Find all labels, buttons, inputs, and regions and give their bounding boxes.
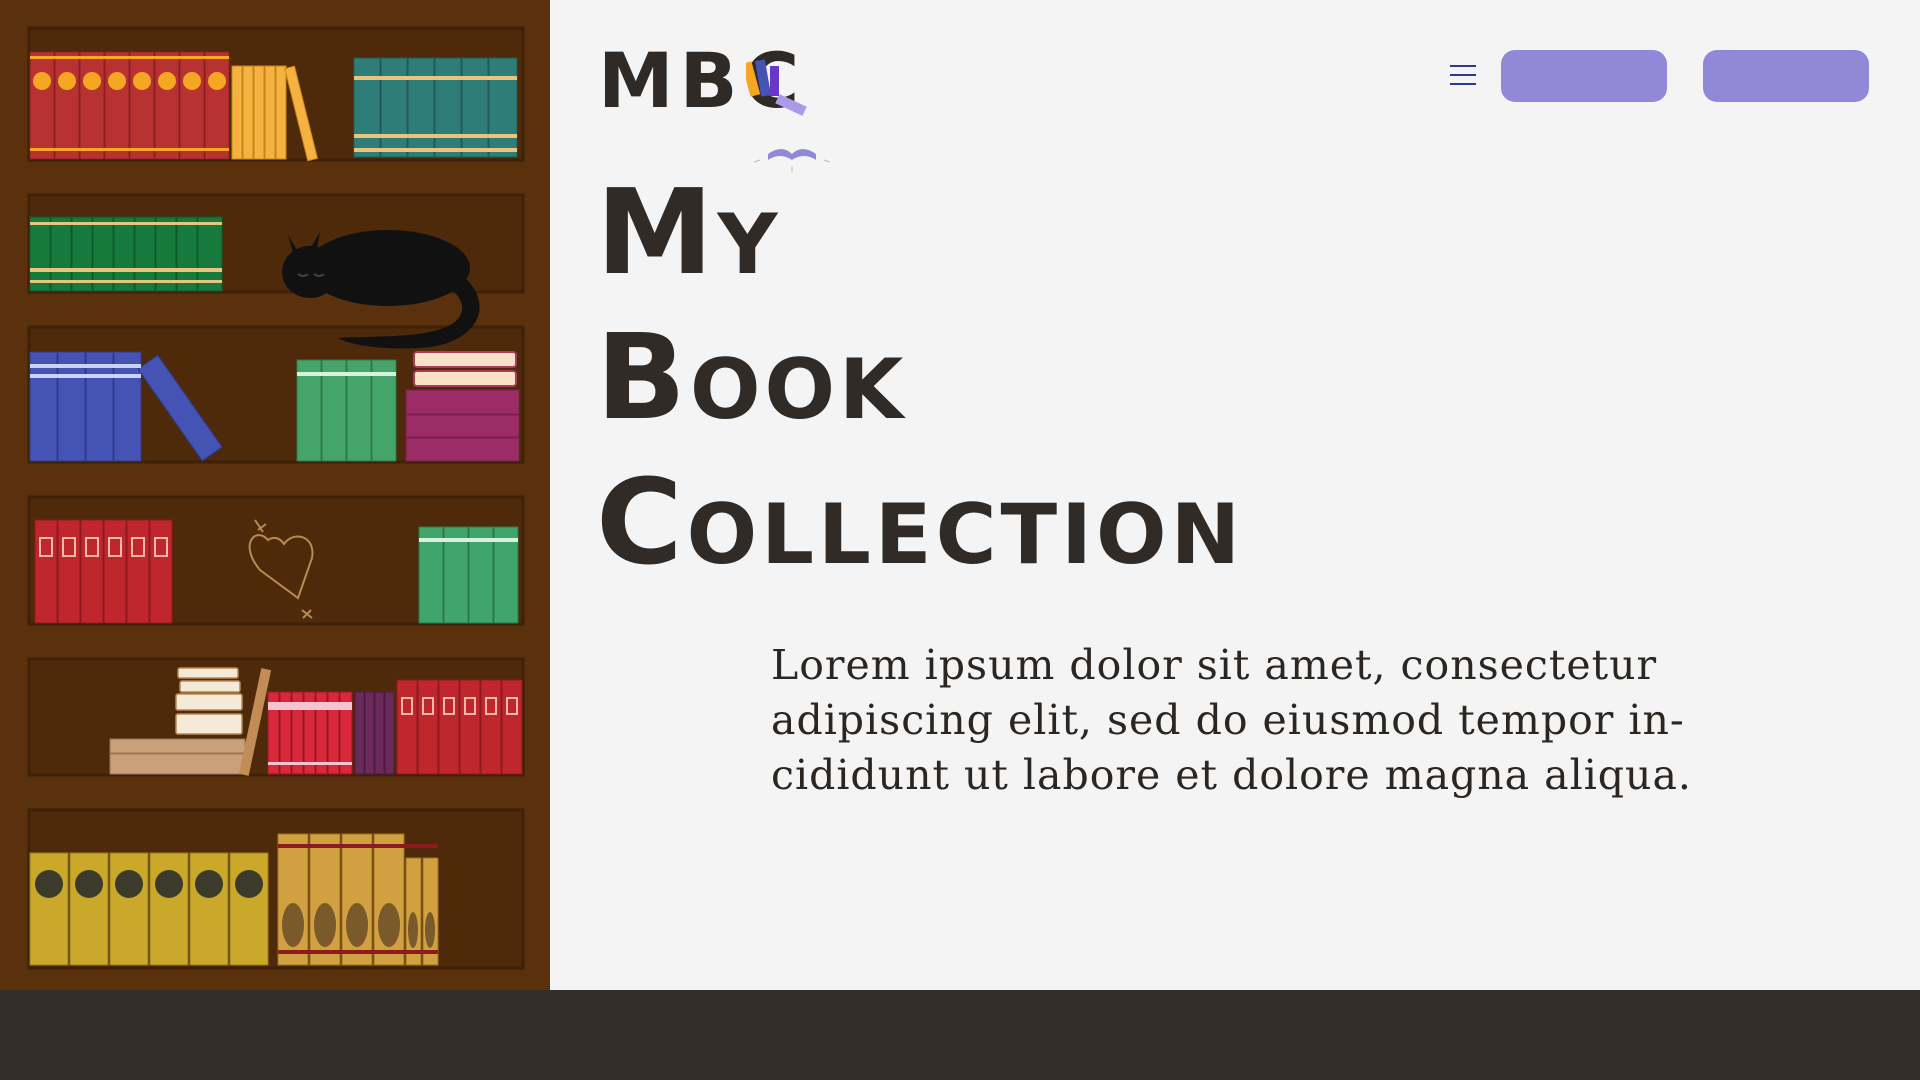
intro-paragraph: Lorem ipsum dolor sit amet, consectetur … — [771, 641, 1692, 799]
nav-button-2[interactable] — [1703, 50, 1869, 102]
shelf-6-books — [29, 833, 439, 966]
shelf-1-books — [29, 51, 518, 162]
nav-button-1[interactable] — [1501, 50, 1667, 102]
page-title: My Book Collection — [596, 160, 1244, 595]
title-line-2: Book — [596, 308, 908, 446]
bookshelf-illustration — [0, 0, 550, 990]
hamburger-menu-icon[interactable] — [1448, 60, 1478, 90]
site-logo[interactable]: MBC — [598, 36, 858, 172]
title-line-1: My — [596, 163, 782, 301]
shelf-2-books — [29, 216, 223, 292]
title-line-3: Collection — [596, 453, 1245, 591]
footer-bar — [0, 990, 1920, 1080]
